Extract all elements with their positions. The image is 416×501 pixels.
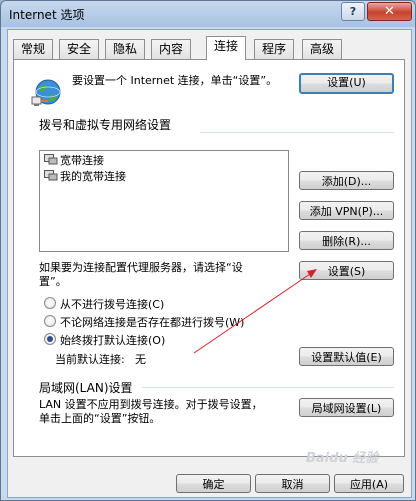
ok-button[interactable]: 确定 [176,474,251,493]
tab-content[interactable]: 内容 [151,39,192,59]
window-title: Internet 选项 [9,8,85,22]
baidu-watermark: Baidu 经验 [306,451,379,466]
tab-privacy[interactable]: 隐私 [105,39,146,59]
title-bar[interactable]: Internet 选项 ? ✕ [1,1,415,28]
dialog-client-area: 常规 安全 隐私 内容 连接 程序 高级 要设置一个 Internet 连接，单… [7,29,412,498]
tab-programs[interactable]: 程序 [254,39,295,59]
help-button[interactable]: ? [341,2,365,21]
connections-panel: 要设置一个 Internet 连接，单击“设置”。 设置(U) 拨号和虚拟专用网… [13,59,405,457]
tab-advanced[interactable]: 高级 [302,39,343,59]
cancel-button[interactable]: 取消 [255,474,330,493]
tab-security[interactable]: 安全 [59,39,100,59]
annotation-arrow [193,269,317,354]
tab-connections[interactable]: 连接 [206,36,247,60]
internet-options-window: Internet 选项 ? ✕ 常规 安全 隐私 内容 连接 程序 高级 要设置… [0,0,416,501]
tab-general[interactable]: 常规 [13,39,54,59]
apply-button[interactable]: 应用(A) [334,474,404,493]
close-button[interactable]: ✕ [367,2,412,21]
